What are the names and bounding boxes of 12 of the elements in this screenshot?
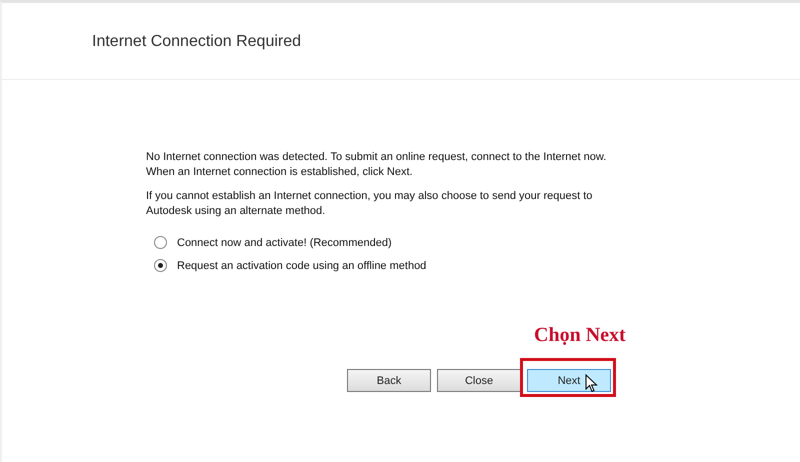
cursor-icon (585, 374, 598, 393)
dialog-button[interactable]: Back (347, 369, 431, 392)
radio-button[interactable] (154, 259, 167, 272)
radio-button[interactable] (154, 236, 167, 249)
message-text: If you cannot establish an Internet connection, you may also choose to send your request to Autodesk using an alternate method. (146, 189, 594, 219)
dialog-title: Internet Connection Required (92, 33, 302, 51)
option-label[interactable]: Connect now and activate! (Recommended) (177, 236, 392, 248)
message-text: No Internet connection was detected. To submit an online request, connect to the Internet now. When an Internet connection is established, click Next. (146, 150, 608, 180)
annotation-text: Chọn Next (534, 324, 627, 347)
option-label[interactable]: Request an activation code using an offline method (177, 260, 426, 272)
dialog-button[interactable]: Close (437, 369, 521, 392)
dialog-button[interactable]: Next (527, 369, 611, 392)
